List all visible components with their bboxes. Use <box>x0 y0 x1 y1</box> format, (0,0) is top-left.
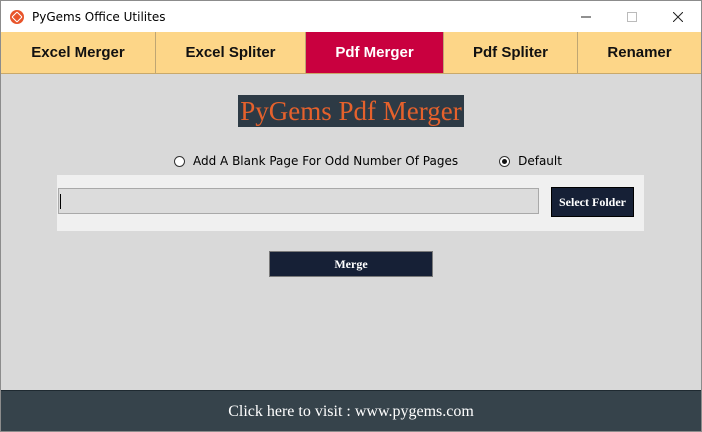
folder-panel: Select Folder <box>57 175 644 231</box>
maximize-button[interactable] <box>609 1 655 32</box>
page-title: PyGems Pdf Merger <box>238 95 464 127</box>
title-bar[interactable]: PyGems Office Utilites <box>1 1 701 32</box>
tab-excel-spliter[interactable]: Excel Spliter <box>156 32 306 73</box>
text-caret <box>60 194 61 209</box>
default-radio[interactable] <box>499 155 511 167</box>
tab-renamer[interactable]: Renamer <box>578 32 701 73</box>
blank-page-radio[interactable] <box>174 155 185 167</box>
folder-path-input[interactable] <box>58 188 539 214</box>
window-title: PyGems Office Utilites <box>32 9 166 24</box>
tab-pdf-merger[interactable]: Pdf Merger <box>306 32 444 73</box>
tab-bar: Excel Merger Excel Spliter Pdf Merger Pd… <box>1 32 701 74</box>
option-blank-page[interactable]: Add A Blank Page For Odd Number Of Pages <box>174 154 458 168</box>
close-button[interactable] <box>655 1 701 32</box>
tab-pdf-spliter[interactable]: Pdf Spliter <box>444 32 578 73</box>
website-link[interactable]: Click here to visit : www.pygems.com <box>1 390 701 431</box>
app-logo-icon <box>10 9 24 24</box>
close-icon <box>673 11 683 22</box>
options-row: Add A Blank Page For Odd Number Of Pages… <box>174 154 562 168</box>
heading-container: PyGems Pdf Merger <box>1 95 701 127</box>
option-default[interactable]: Default <box>499 154 562 168</box>
minimize-button[interactable] <box>563 1 609 32</box>
blank-page-label: Add A Blank Page For Odd Number Of Pages <box>193 154 459 168</box>
minimize-icon <box>581 16 591 17</box>
maximize-icon <box>627 11 637 22</box>
window-controls <box>563 1 701 32</box>
tab-excel-merger[interactable]: Excel Merger <box>1 32 156 73</box>
merge-button[interactable]: Merge <box>269 251 433 277</box>
app-window: PyGems Office Utilites Excel Merger Exce… <box>0 0 702 432</box>
select-folder-button[interactable]: Select Folder <box>550 186 635 218</box>
default-label: Default <box>518 154 562 168</box>
